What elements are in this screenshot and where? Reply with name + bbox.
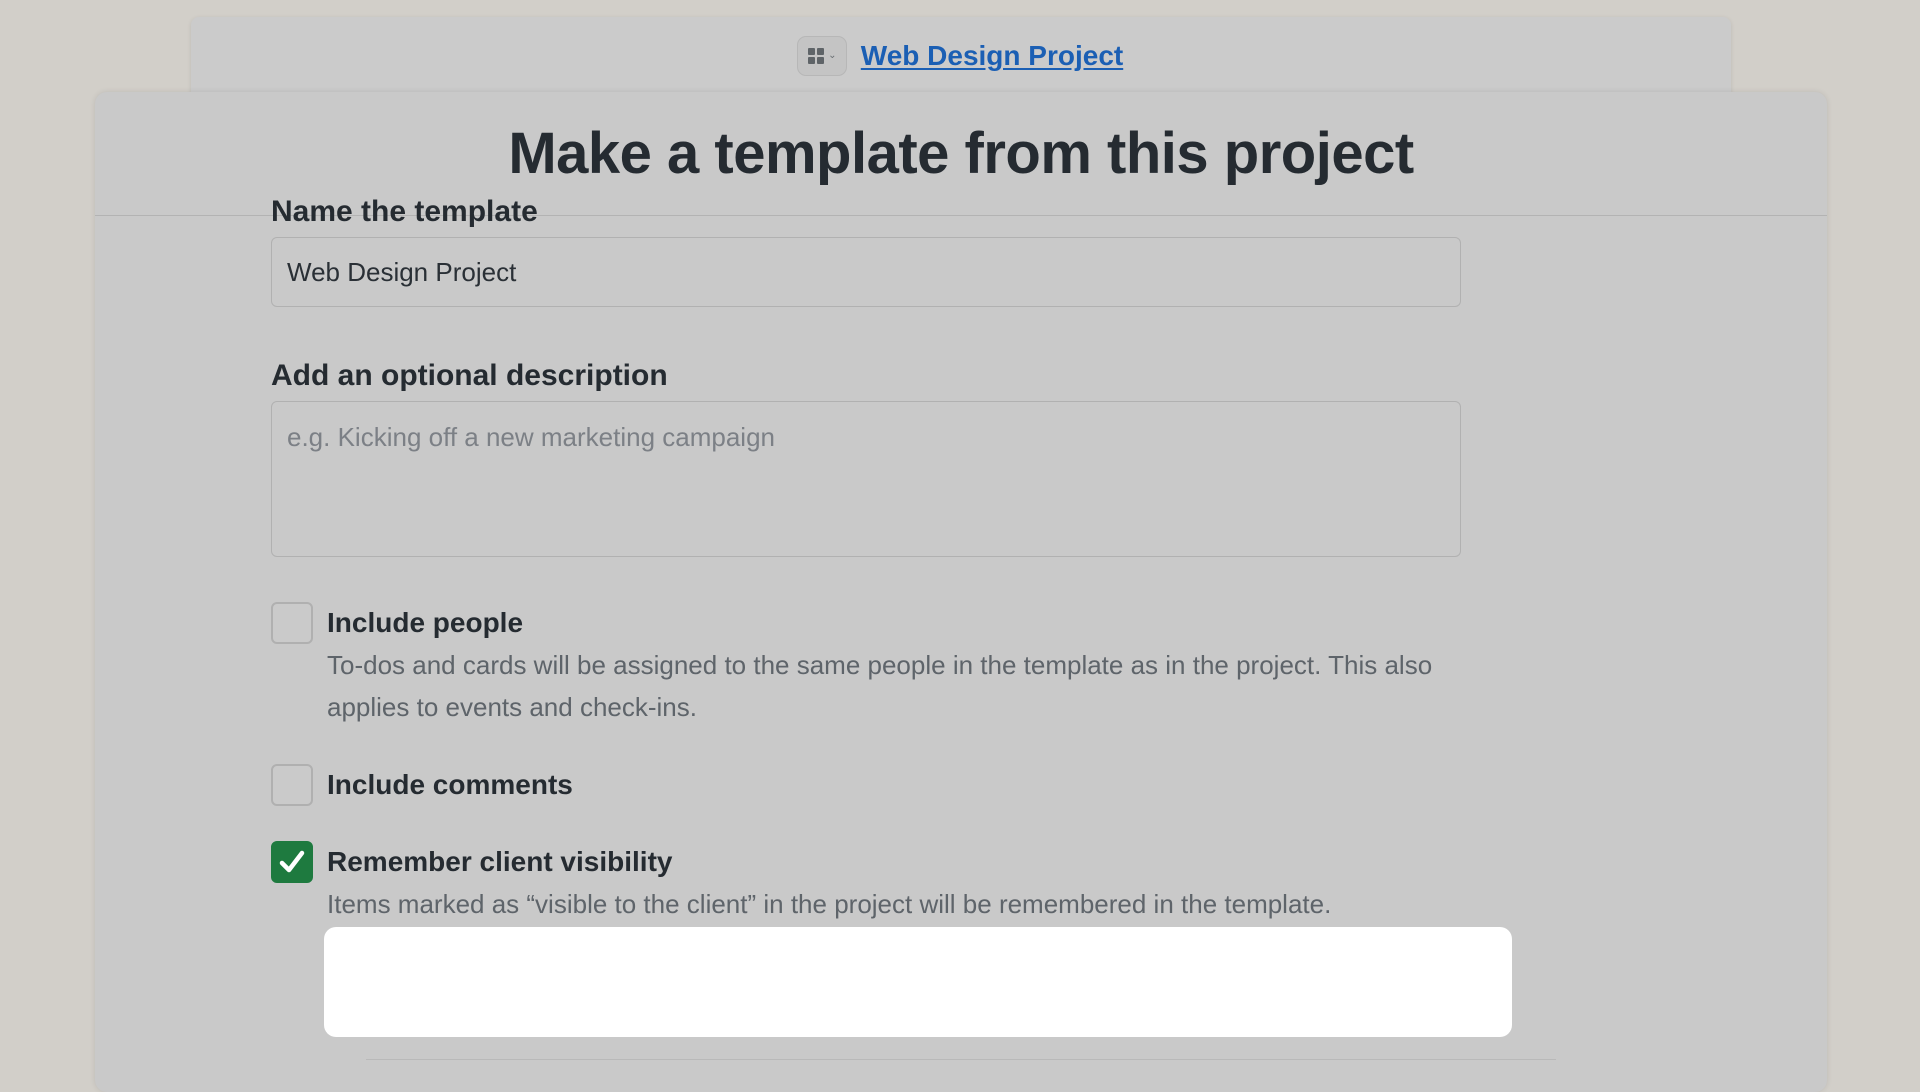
remember-visibility-checkbox[interactable] — [271, 841, 313, 883]
grid-icon — [808, 48, 825, 64]
remember-visibility-label[interactable]: Remember client visibility — [327, 841, 1331, 883]
remember-visibility-description: Items marked as “visible to the client” … — [327, 889, 1332, 919]
description-placeholder: e.g. Kicking off a new marketing campaig… — [287, 422, 776, 452]
include-people-checkbox[interactable] — [271, 602, 313, 644]
template-name-input[interactable]: Web Design Project — [271, 237, 1461, 307]
template-name-value: Web Design Project — [287, 256, 517, 287]
description-label: Add an optional description — [271, 359, 668, 392]
highlighted-option-background — [324, 927, 1512, 1037]
breadcrumb: ⌄ Web Design Project — [0, 34, 1920, 78]
form-divider — [366, 1059, 1556, 1060]
option-include-comments: Include comments — [271, 764, 1461, 806]
chevron-down-icon: ⌄ — [828, 50, 837, 61]
name-label: Name the template — [271, 195, 538, 228]
project-link[interactable]: Web Design Project — [861, 40, 1123, 72]
checkmark-icon — [279, 850, 305, 873]
option-include-people: Include people To-dos and cards will be … — [271, 602, 1461, 728]
page-title: Make a template from this project — [508, 121, 1414, 186]
template-form: Name the template Web Design Project Add… — [271, 195, 1461, 925]
description-textarea[interactable]: e.g. Kicking off a new marketing campaig… — [271, 401, 1461, 557]
include-people-label[interactable]: Include people — [327, 602, 1461, 644]
include-comments-checkbox[interactable] — [271, 764, 313, 806]
include-comments-label[interactable]: Include comments — [327, 764, 573, 806]
option-remember-client-visibility: Remember client visibility Items marked … — [271, 841, 1461, 925]
include-people-description: To-dos and cards will be assigned to the… — [327, 650, 1433, 722]
project-switcher-button[interactable]: ⌄ — [796, 36, 847, 76]
